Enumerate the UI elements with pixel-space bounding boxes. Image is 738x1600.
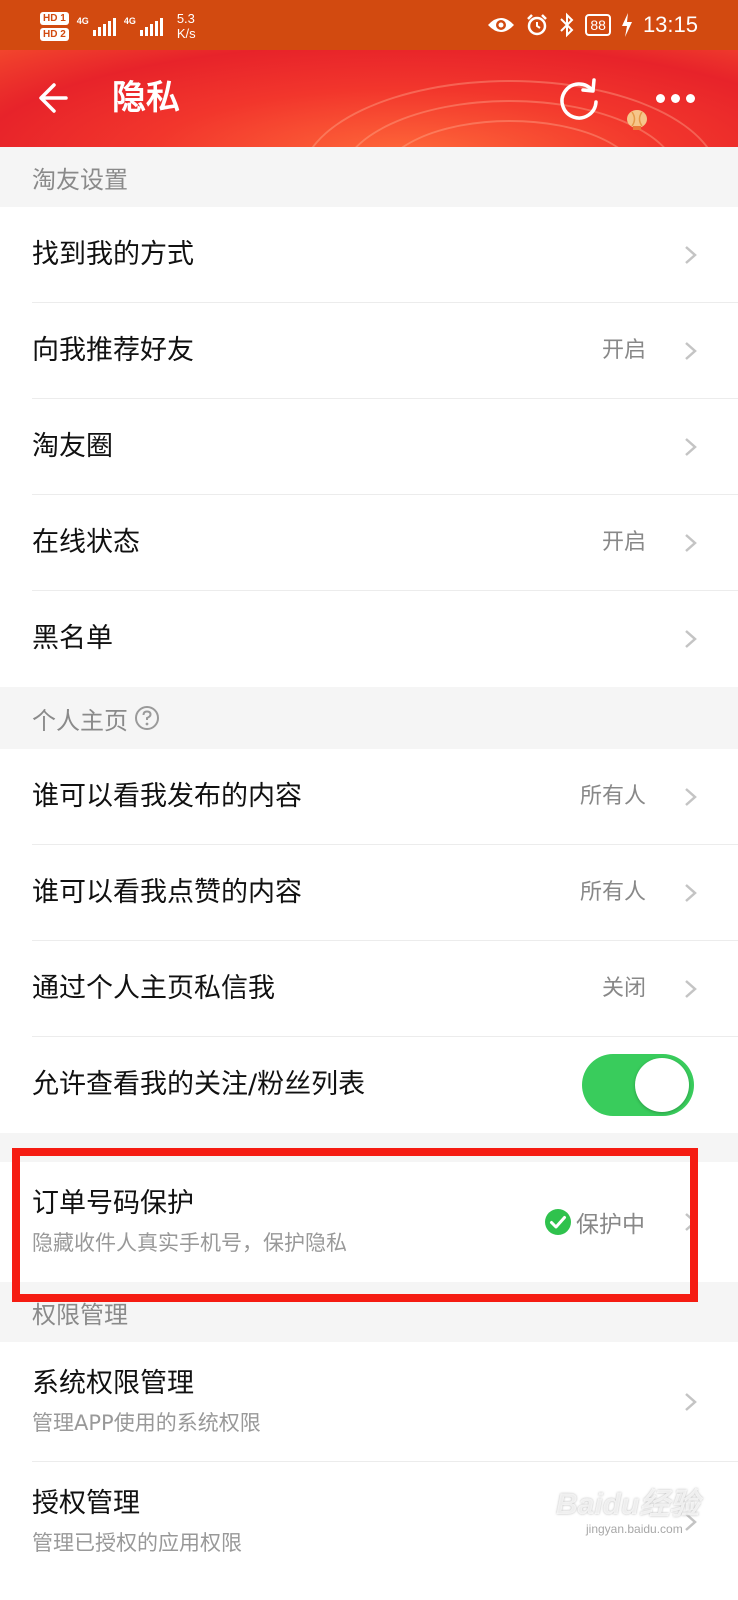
row-value: 所有人 (579, 784, 646, 809)
section-title: 淘友设置 (32, 165, 128, 194)
section-title: 权限管理 (32, 1300, 128, 1329)
section-header-permissions: 权限管理 (0, 1282, 738, 1342)
row-label: 黑名单 (32, 623, 113, 654)
row-description: 管理APP使用的系统权限 (32, 1411, 261, 1435)
row-label: 找到我的方式 (32, 239, 194, 270)
row-system-permissions[interactable]: 系统权限管理 管理APP使用的系统权限 (0, 1342, 738, 1462)
chevron-right-icon (685, 1393, 697, 1411)
chevron-right-icon (685, 1213, 697, 1231)
speed-value: 5.3 (176, 11, 195, 26)
row-label: 允许查看我的关注/粉丝列表 (32, 1069, 366, 1100)
signal-icon: 4G (124, 16, 163, 36)
row-description: 管理已授权的应用权限 (32, 1531, 242, 1555)
row-online-status[interactable]: 在线状态 开启 (0, 495, 738, 591)
more-icon[interactable] (652, 86, 698, 110)
chevron-right-icon (685, 534, 697, 552)
chevron-right-icon (685, 630, 697, 648)
back-arrow-icon[interactable] (36, 76, 76, 120)
row-find-me[interactable]: 找到我的方式 (0, 207, 738, 303)
speed-unit: K/s (176, 26, 196, 41)
row-who-see-posts[interactable]: 谁可以看我发布的内容 所有人 (0, 749, 738, 845)
row-friend-circle[interactable]: 淘友圈 (0, 399, 738, 495)
battery-icon: 88 (585, 14, 611, 36)
app-header: 隐私 (0, 50, 738, 147)
check-circle-icon (545, 1209, 571, 1235)
status-left: HD 1 HD 2 4G 4G 5.3 K/s (40, 6, 196, 46)
eye-icon (488, 18, 515, 32)
row-label: 订单号码保护 (32, 1188, 194, 1219)
row-value: 关闭 (601, 976, 646, 1001)
watermark: Baidu经验 jingyan.baidu.com (556, 1488, 726, 1570)
lantern-icon (627, 110, 647, 130)
row-label: 授权管理 (32, 1488, 140, 1519)
chevron-right-icon (685, 884, 697, 902)
row-who-see-likes[interactable]: 谁可以看我点赞的内容 所有人 (0, 845, 738, 941)
status-right: 88 13:15 (487, 0, 698, 50)
signal-icon: 4G (77, 16, 116, 36)
sim2-badge: HD 2 (40, 27, 69, 41)
charging-icon (621, 13, 632, 37)
clock: 13:15 (642, 12, 698, 37)
protection-status: 保护中 (544, 1206, 645, 1238)
row-label: 在线状态 (32, 527, 140, 558)
row-order-protection[interactable]: 订单号码保护 隐藏收件人真实手机号，保护隐私 保护中 (0, 1162, 738, 1282)
network-label: 4G (123, 16, 136, 26)
watermark-logo: Baidu经验 (556, 1488, 700, 1521)
row-description: 隐藏收件人真实手机号，保护隐私 (32, 1231, 347, 1255)
row-label: 通过个人主页私信我 (32, 973, 275, 1004)
row-label: 谁可以看我点赞的内容 (32, 877, 302, 908)
section-header-homepage: 个人主页 (0, 687, 738, 749)
help-icon[interactable] (134, 705, 160, 731)
network-label: 4G (76, 16, 89, 26)
section-header-friends: 淘友设置 (0, 147, 738, 207)
row-follow-list: 允许查看我的关注/粉丝列表 (0, 1037, 738, 1133)
watermark-url: jingyan.baidu.com (586, 1522, 683, 1536)
bluetooth-icon (560, 12, 574, 38)
row-label: 向我推荐好友 (32, 335, 194, 366)
page-title: 隐私 (112, 78, 180, 118)
sim1-badge: HD 1 (40, 11, 69, 25)
follow-list-toggle[interactable] (582, 1054, 694, 1116)
row-blacklist[interactable]: 黑名单 (0, 591, 738, 687)
chevron-right-icon (685, 980, 697, 998)
row-value: 开启 (601, 530, 646, 555)
row-value: 所有人 (579, 880, 646, 905)
refresh-icon[interactable] (556, 76, 604, 122)
alarm-icon (527, 14, 548, 36)
status-bar: HD 1 HD 2 4G 4G 5.3 K/s 88 13:15 (0, 0, 738, 50)
section-title: 个人主页 (32, 706, 128, 735)
network-speed: 5.3 K/s (177, 11, 196, 41)
toggle-knob (635, 1058, 689, 1112)
chevron-right-icon (685, 438, 697, 456)
chevron-right-icon (685, 788, 697, 806)
row-recommend-friends[interactable]: 向我推荐好友 开启 (0, 303, 738, 399)
row-label: 淘友圈 (32, 431, 113, 462)
row-private-message[interactable]: 通过个人主页私信我 关闭 (0, 941, 738, 1037)
row-value: 开启 (601, 338, 646, 363)
chevron-right-icon (685, 246, 697, 264)
row-label: 系统权限管理 (32, 1368, 194, 1399)
chevron-right-icon (685, 342, 697, 360)
row-label: 谁可以看我发布的内容 (32, 781, 302, 812)
protection-status-label: 保护中 (576, 1212, 645, 1238)
